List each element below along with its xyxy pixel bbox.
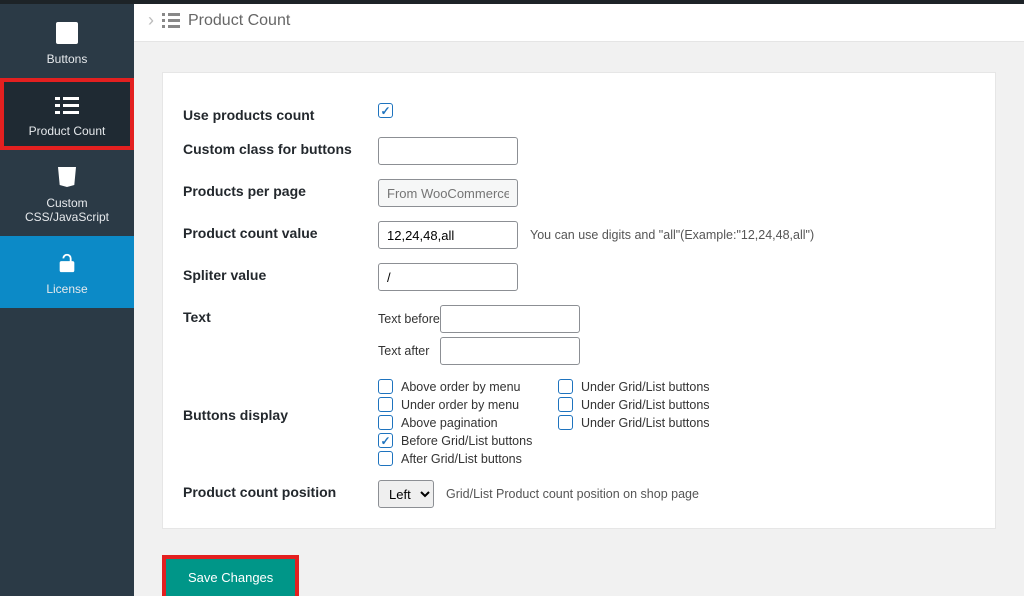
display-option-label: Before Grid/List buttons [401,434,532,448]
field-label: Use products count [183,103,378,123]
save-changes-button[interactable]: Save Changes [166,559,295,596]
page-title: Product Count [188,12,290,30]
display-option-checkbox[interactable] [378,415,393,430]
use-products-count-checkbox[interactable] [378,103,393,118]
sidebar-item-custom-css[interactable]: Custom CSS/JavaScript [0,150,134,236]
display-option[interactable]: Under Grid/List buttons [558,415,718,430]
text-before-input[interactable] [440,305,580,333]
display-option[interactable]: Under order by menu [378,397,538,412]
display-option-label: Under order by menu [401,398,519,412]
text-after-label: Text after [378,344,440,358]
sidebar-item-label: Product Count [29,124,106,138]
settings-sidebar: Buttons Product Count Custom CSS/JavaScr… [0,0,134,596]
field-label: Spliter value [183,263,378,283]
sidebar-item-buttons[interactable]: Buttons [0,6,134,78]
display-option-label: Above pagination [401,416,498,430]
display-option-label: Under Grid/List buttons [581,380,710,394]
field-label: Product count value [183,221,378,241]
css-icon [54,164,80,190]
field-hint: Grid/List Product count position on shop… [446,487,699,501]
display-option[interactable]: After Grid/List buttons [378,451,538,466]
field-hint: You can use digits and "all"(Example:"12… [530,228,814,242]
display-option-label: Above order by menu [401,380,521,394]
field-label: Product count position [183,480,378,500]
chevron-right-icon: › [148,10,154,31]
list-icon [162,13,180,28]
custom-class-input[interactable] [378,137,518,165]
sidebar-item-label: Buttons [47,52,88,66]
field-label: Buttons display [183,379,378,423]
display-option-checkbox[interactable] [378,433,393,448]
position-select[interactable]: Left [378,480,434,508]
text-after-input[interactable] [440,337,580,365]
sidebar-item-product-count[interactable]: Product Count [0,78,134,150]
display-option-checkbox[interactable] [378,379,393,394]
display-option-checkbox[interactable] [378,451,393,466]
display-option-checkbox[interactable] [558,379,573,394]
products-per-page-input[interactable] [378,179,518,207]
display-option-checkbox[interactable] [378,397,393,412]
display-option-checkbox[interactable] [558,415,573,430]
page-header: › Product Count [134,0,1024,42]
save-highlight-box: Save Changes [162,555,299,596]
display-option[interactable]: Above order by menu [378,379,538,394]
display-option[interactable]: Under Grid/List buttons [558,379,718,394]
field-label: Text [183,305,378,325]
list-count-icon [54,92,80,118]
buttons-icon [54,20,80,46]
display-option-label: Under Grid/List buttons [581,398,710,412]
display-option-label: After Grid/List buttons [401,452,522,466]
field-label: Products per page [183,179,378,199]
display-option-label: Under Grid/List buttons [581,416,710,430]
settings-panel: Use products count Custom class for butt… [162,72,996,529]
text-before-label: Text before [378,312,440,326]
display-option[interactable]: Above pagination [378,415,538,430]
sidebar-item-label: License [46,282,87,296]
product-count-value-input[interactable] [378,221,518,249]
buttons-display-group: Above order by menu Under Grid/List butto… [378,379,718,466]
display-option[interactable]: Under Grid/List buttons [558,397,718,412]
sidebar-item-license[interactable]: License [0,236,134,308]
sidebar-item-label: Custom CSS/JavaScript [6,196,128,224]
field-label: Custom class for buttons [183,137,378,157]
display-option-checkbox[interactable] [558,397,573,412]
unlock-icon [54,250,80,276]
display-option[interactable]: Before Grid/List buttons [378,433,538,448]
splitter-value-input[interactable] [378,263,518,291]
